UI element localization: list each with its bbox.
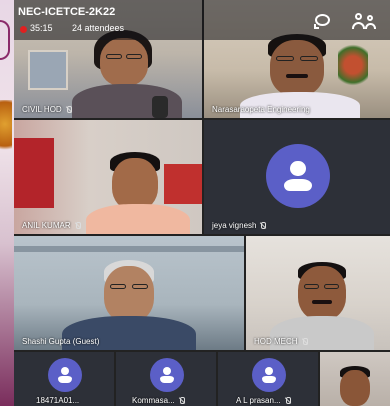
video-feed-person-face — [100, 38, 148, 86]
participant-label: Narasaraopeta Engineering — [212, 105, 310, 114]
video-feed-person-glasses — [300, 56, 318, 61]
participant-name: A L prasan... — [236, 396, 281, 405]
person-avatar-icon — [252, 358, 286, 392]
meeting-timer: 35:15 — [30, 23, 53, 33]
participant-name: Kommasa... — [132, 396, 175, 405]
mic-off-icon — [65, 106, 72, 113]
video-feed-person-glasses — [106, 54, 122, 59]
video-feed-person-moustache — [286, 74, 308, 78]
meeting-header: NEC-ICETCE-2K22 35:15 24 attendees — [14, 0, 390, 40]
participant-label: HOD MECH — [254, 337, 308, 346]
video-tile-jeya-vignesh[interactable]: jeya vignesh — [204, 120, 390, 234]
video-tile-18471a01[interactable]: 18471A01... — [14, 352, 114, 406]
mic-off-icon — [74, 222, 81, 229]
participant-name: Narasaraopeta Engineering — [212, 105, 310, 114]
video-feed-person-moustache — [312, 300, 332, 304]
chat-icon[interactable] — [312, 12, 334, 30]
video-feed-person-glasses — [276, 56, 294, 61]
video-feed-red-panel — [164, 164, 202, 204]
mic-off-icon — [178, 397, 185, 404]
video-tile-anil-kumar[interactable]: ANIL KUMAR — [14, 120, 202, 234]
video-tile-hod-mech[interactable]: HOD MECH — [246, 236, 390, 350]
participant-label: A L prasan... — [236, 396, 291, 405]
participant-name: 18471A01... — [36, 396, 80, 405]
people-icon[interactable] — [352, 12, 378, 30]
participant-name: Shashi Gupta (Guest) — [22, 337, 100, 346]
participant-name: jeya vignesh — [212, 221, 257, 230]
attendee-count[interactable]: 24 attendees — [72, 23, 124, 33]
video-feed-person-glasses — [126, 54, 142, 59]
person-avatar-icon — [266, 144, 330, 208]
participant-label: ANIL KUMAR — [22, 221, 81, 230]
participant-name: HOD MECH — [254, 337, 298, 346]
video-feed-person-glasses — [110, 284, 126, 289]
video-grid: CIVIL HOD Narasaraopeta Engineering ANIL… — [14, 0, 390, 406]
video-feed-microphone — [152, 96, 168, 118]
video-feed-window — [28, 50, 68, 90]
person-avatar-icon — [150, 358, 184, 392]
mic-off-icon — [284, 397, 291, 404]
participant-label: Kommasa... — [132, 396, 185, 405]
video-feed-red-panel — [14, 138, 54, 208]
video-feed-person-face — [112, 158, 158, 210]
banner-flower-decoration — [0, 100, 12, 160]
participant-label: jeya vignesh — [212, 221, 267, 230]
video-feed-plant — [338, 40, 368, 90]
video-tile-overflow-participant[interactable] — [320, 352, 390, 406]
person-avatar-icon — [48, 358, 82, 392]
video-tile-shashi-gupta[interactable]: Shashi Gupta (Guest) — [14, 236, 244, 350]
video-feed-person-face — [340, 370, 370, 406]
video-tile-kommasa[interactable]: Kommasa... — [116, 352, 216, 406]
participant-label: Shashi Gupta (Guest) — [22, 337, 99, 346]
participant-name: CIVIL HOD — [22, 105, 62, 114]
participant-name: ANIL KUMAR — [22, 221, 71, 230]
video-feed-person-glasses — [304, 284, 319, 289]
banner-logo-decoration — [0, 20, 10, 60]
background-banner-strip — [0, 0, 14, 406]
video-feed-person-face — [270, 40, 324, 96]
video-feed-shelf — [14, 246, 244, 252]
video-feed-person-glasses — [132, 284, 148, 289]
video-feed-person-glasses — [324, 284, 339, 289]
video-feed-person-body — [86, 204, 190, 234]
mic-off-icon — [259, 222, 267, 229]
video-feed-person-face — [298, 266, 346, 320]
video-tile-a-l-prasan[interactable]: A L prasan... — [218, 352, 318, 406]
meeting-title: NEC-ICETCE-2K22 — [18, 6, 116, 18]
participant-label: 18471A01... — [36, 396, 79, 405]
video-feed-person-face — [104, 266, 154, 322]
participant-label: CIVIL HOD — [22, 105, 72, 114]
recording-indicator — [20, 26, 27, 33]
mic-off-icon — [301, 338, 308, 345]
